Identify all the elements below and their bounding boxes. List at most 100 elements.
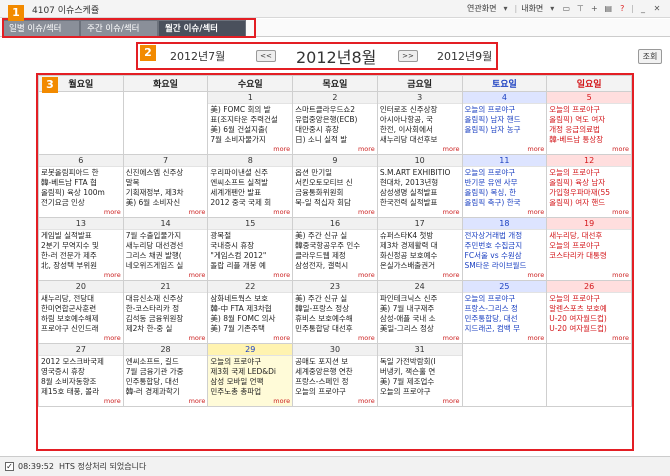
more-link[interactable]: more [443,145,460,153]
event-item[interactable]: 8월 소비자동향조 [39,376,123,386]
event-item[interactable]: 프랑스-스페인 정 [293,376,377,386]
event-item[interactable]: 슈퍼스타K4 첫방 [378,230,462,240]
more-link[interactable]: more [612,271,629,279]
event-item[interactable]: 美일-그리스 정상 [378,323,462,333]
calendar-day-cell[interactable]: 17 슈퍼스타K4 첫방 제3차 경제활력 대 화신정공 보호예수 온실가스배출권거 mo… [376,217,463,281]
event-item[interactable]: 제3회 국제 LED&Di [208,366,292,376]
event-item[interactable]: 신진에스엠 신주상 [124,167,208,177]
more-link[interactable]: more [189,397,206,405]
calendar-day-cell[interactable]: 4 오늘의 프로야구 올림픽) 남자 핸드 올림픽) 남자 농구 more [461,91,548,155]
tab-monthly-issue[interactable]: 월간 이슈/섹터 [158,20,246,36]
event-item[interactable]: 오늘의 프로야구 [547,104,631,114]
status-checkbox[interactable]: ✓ [5,462,14,471]
more-link[interactable]: more [443,208,460,216]
event-item[interactable]: 유럽중앙은행(ECB) [293,114,377,124]
event-item[interactable]: 올림픽) 남자 농구 [463,124,547,134]
next-month-button[interactable]: >> [398,50,418,62]
event-item[interactable]: 美) 7월 기존주택 [208,323,292,333]
event-item[interactable]: 네오위즈게임즈 실 [124,260,208,270]
calendar-day-cell[interactable]: 29 오늘의 프로야구 제3회 국제 LED&Di 삼성 모바일 언팩 민주노총 총파업… [207,343,294,407]
more-link[interactable]: more [104,397,121,405]
search-button[interactable]: 조회 [638,49,662,64]
event-item[interactable]: 삼성-애플 국내 소 [378,313,462,323]
event-item[interactable]: 한전, 이사회에서 [378,124,462,134]
event-item[interactable]: U-20 여자월드컵) [547,313,631,323]
more-link[interactable]: more [358,334,375,342]
calendar-day-cell[interactable]: 11 오늘의 프로야구 반기문 유엔 사무 올림픽) 복싱, 한 올림픽 축구) 한국 m… [461,154,548,218]
event-item[interactable]: 韓-베트남 FTA 협 [39,177,123,187]
event-item[interactable]: 코스타리카 대통령 [547,250,631,260]
more-link[interactable]: more [273,208,290,216]
calendar-day-cell[interactable]: 20 새누리당, 전당대 한미연합군사훈련 하림 보호예수해제 프로야구 신인드래 mor… [38,280,124,344]
calendar-day-cell[interactable] [38,91,124,155]
calendar-day-cell[interactable]: 13 게임빌 실적발표 2분기 무역지수 및 한-러 전문가 제주 北, 장성택 부위원… [38,217,124,281]
event-item[interactable]: 2분기 무역지수 및 [39,240,123,250]
event-item[interactable]: 올림픽) 여자 핸드 [547,197,631,207]
event-item[interactable]: "게임스컴 2012" [208,250,292,260]
event-item[interactable]: 민주노총 총파업 [208,386,292,396]
event-item[interactable]: 영국증시 휴장 [39,366,123,376]
event-item[interactable]: 엔씨소프트, 길드 [124,356,208,366]
event-item[interactable]: 전자상거래법 개정 [463,230,547,240]
event-item[interactable]: 한-코스타리카 정 [124,303,208,313]
calendar-day-cell[interactable]: 16 美) 주간 신규 실 韓중국항공우주 인수 클라우드웹 제정 삼성전자, 갤럭시 m… [292,217,378,281]
event-item[interactable]: 美) 6월 건설지출( [208,124,292,134]
calendar-day-cell[interactable]: 3 인터로조 신주상장 아시아나항공, 국 한전, 이사회에서 새누리당 대선후보 mor… [376,91,463,155]
calendar-day-cell[interactable]: 22 삼화네트웍스 보호 韓-中 FTA 제3차협 美) 8월 FOMC 의사 美) 7… [207,280,294,344]
event-item[interactable]: 게임빌 실적발표 [39,230,123,240]
event-item[interactable]: 프로야구 신인드래 [39,323,123,333]
event-item[interactable]: 가입형우파마재(55 [547,187,631,197]
event-item[interactable]: 파인테크닉스 신주 [378,293,462,303]
event-item[interactable]: 김석동 금융위원장 [124,313,208,323]
event-item[interactable]: 새누리당, 전당대 [39,293,123,303]
calendar-day-cell[interactable]: 25 오늘의 프로야구 프랑스-그리스 정 민주통합당, 대선 지드래곤, 컴백 무 mo… [461,280,548,344]
calendar-day-cell[interactable]: 6 로봇올림피아드 한 韓-베트남 FTA 협 올림픽) 육상 100m 전기요금 인상… [38,154,124,218]
event-item[interactable]: 엔씨소프트 실적발 [208,177,292,187]
calendar-day-cell[interactable]: 10 S.M.ART EXHIBITIO 현대차, 2013년형 삼성생명 실적발표 한… [376,154,463,218]
event-item[interactable]: 민주통합당, 대선 [124,376,208,386]
event-item[interactable]: 프랑스-그리스 정 [463,303,547,313]
event-item[interactable]: 삼성전자, 갤럭시 [293,260,377,270]
event-item[interactable]: 인터로조 신주상장 [378,104,462,114]
event-item[interactable]: 韓일-프랑스 정상 [293,303,377,313]
calendar-day-cell[interactable]: 5 오늘의 프로야구 올림픽) 역도 여자 개정 응급의료법 韓-베트남 통상장 more [546,91,632,155]
more-link[interactable]: more [104,334,121,342]
event-item[interactable]: 오늘의 프로야구 [463,293,547,303]
event-item[interactable]: 세계중앙은행 연찬 [293,366,377,376]
more-link[interactable]: more [612,334,629,342]
event-item[interactable]: 민주통합당 대선후 [293,323,377,333]
calendar-day-cell[interactable]: 18 전자상거래법 개정 주민번호 수집금지 FC서울 vs 수원삼 SM타운 라이브월… [461,217,548,281]
more-link[interactable]: more [527,334,544,342]
event-item[interactable]: 2012 중국 국제 회 [208,197,292,207]
more-link[interactable]: more [273,334,290,342]
more-link[interactable]: more [527,208,544,216]
event-item[interactable]: 클라우드웹 제정 [293,250,377,260]
event-item[interactable]: 美) 주간 신규 실 [293,230,377,240]
event-item[interactable]: 北, 장성택 부위원 [39,260,123,270]
event-item[interactable]: 올림픽) 남자 핸드 [463,114,547,124]
calendar-day-cell[interactable] [546,343,632,407]
event-item[interactable]: 새누리당, 대선후 [547,230,631,240]
event-item[interactable]: 공매도 포지션 보 [293,356,377,366]
more-link[interactable]: more [358,145,375,153]
more-link[interactable]: more [443,334,460,342]
tab-daily-issue[interactable]: 일별 이슈/섹터 [2,20,80,36]
event-item[interactable]: 반기문 유엔 사무 [463,177,547,187]
event-item[interactable]: 美) FOMC 회의 발 [208,104,292,114]
calendar-day-cell[interactable]: 12 오늘의 프로야구 올림픽) 육상 남자 가입형우파마재(55 올림픽) 여자 핸드… [546,154,632,218]
more-link[interactable]: more [273,145,290,153]
calendar-day-cell[interactable] [122,91,209,155]
calendar-day-cell[interactable]: 15 광복절 국내증시 휴장 "게임스컴 2012" 돌랍 리플 개봉 예 more [207,217,294,281]
event-item[interactable]: 지드래곤, 컴백 무 [463,323,547,333]
calendar-day-cell[interactable] [461,343,548,407]
event-item[interactable]: 현대차, 2013년형 [378,177,462,187]
event-item[interactable]: 제15호 태풍, 볼라 [39,386,123,396]
dropdown-arrow-icon[interactable]: ▾ [501,4,511,14]
event-item[interactable]: 美) 7월 내구재주 [378,303,462,313]
event-item[interactable]: 한미연합군사훈련 [39,303,123,313]
more-link[interactable]: more [527,145,544,153]
event-item[interactable]: 제3차 경제활력 대 [378,240,462,250]
event-item[interactable]: 광복절 [208,230,292,240]
more-link[interactable]: more [358,271,375,279]
event-item[interactable]: 개정 응급의료법 [547,124,631,134]
